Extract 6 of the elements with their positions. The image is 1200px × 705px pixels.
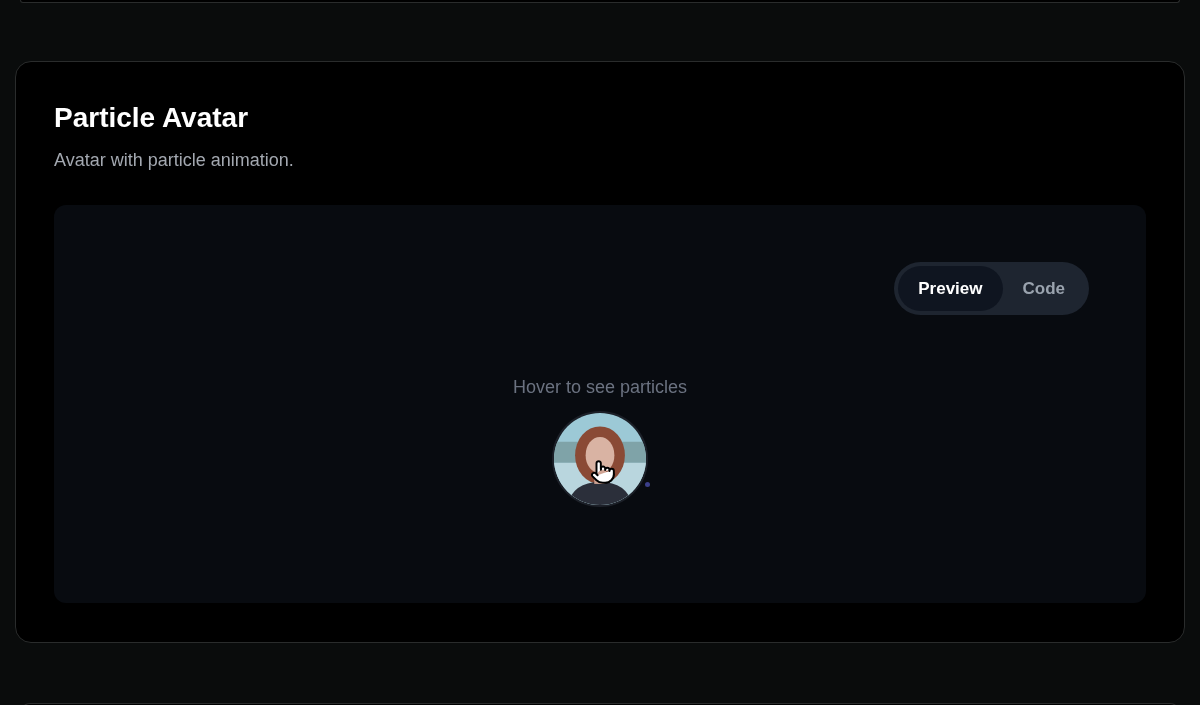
view-tab[interactable]: Preview bbox=[898, 266, 1003, 311]
view-tab[interactable]: Code bbox=[1002, 266, 1085, 311]
section-description: Avatar with particle animation. bbox=[54, 149, 295, 172]
hover-hint: Hover to see particles bbox=[512, 376, 688, 399]
hand-pointer-icon bbox=[590, 459, 616, 485]
section-title: Particle Avatar bbox=[54, 101, 250, 135]
